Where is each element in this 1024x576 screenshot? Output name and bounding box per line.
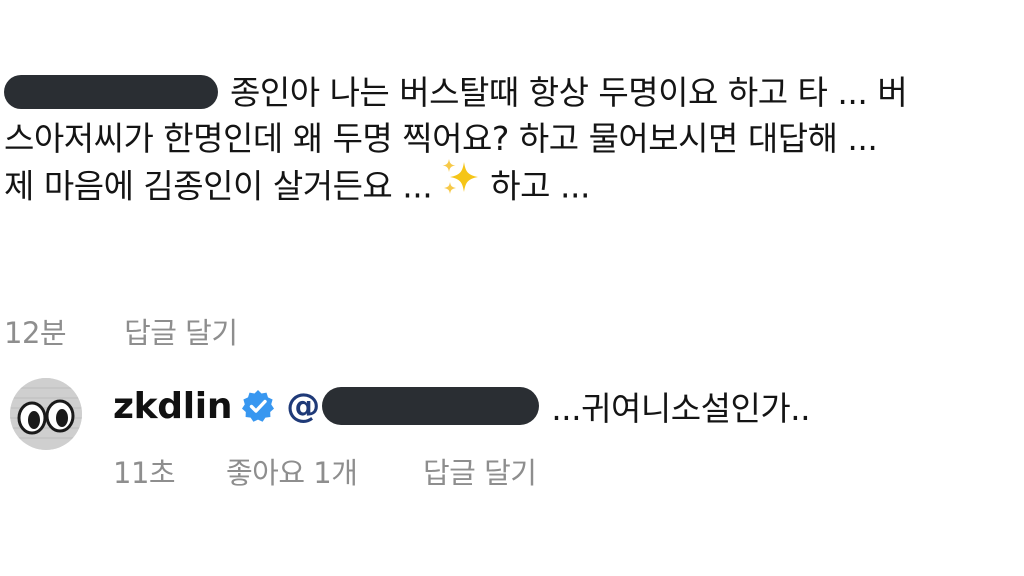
- comment-line-1: 종인아 나는 버스탈때 항상 두명이요 하고 타 ... 버: [230, 73, 908, 112]
- reply-comment: zkdlin @ ...귀여니소설인가.. 11초 좋아요 1개 답글 달기: [0, 370, 1024, 500]
- comment-line-4: 하고 ...: [490, 166, 590, 206]
- reply-text: ...귀여니소설인가..: [551, 389, 811, 428]
- sparkles-emoji-icon: [440, 158, 482, 210]
- comment-line-3: 제 마음에 김종인이 살거든요 ...: [4, 166, 433, 206]
- comment: 종인아 나는 버스탈때 항상 두명이요 하고 타 ... 버 스아저씨가 한명인…: [0, 70, 1024, 350]
- redacted-username: [4, 74, 218, 109]
- reply-username[interactable]: zkdlin: [113, 386, 232, 427]
- reply-likes-count[interactable]: 좋아요 1개: [226, 450, 423, 492]
- comment-reply-button[interactable]: 답글 달기: [124, 310, 238, 352]
- redacted-mention: [322, 387, 540, 425]
- reply-content: zkdlin @ ...귀여니소설인가..: [113, 378, 811, 434]
- comment-timestamp: 12분: [4, 316, 67, 350]
- comment-line-2: 스아저씨가 한명인데 왜 두명 찍어요? 하고 물어보시면 대답해 ...: [4, 119, 878, 158]
- verified-badge-icon: [240, 388, 276, 424]
- mention-at-sign[interactable]: @: [286, 386, 320, 426]
- reply-meta: 11초 좋아요 1개 답글 달기: [113, 450, 537, 492]
- reply-timestamp: 11초: [113, 456, 176, 490]
- avatar[interactable]: [10, 378, 82, 450]
- comment-meta: 12분 답글 달기: [4, 310, 238, 352]
- reply-reply-button[interactable]: 답글 달기: [423, 450, 537, 492]
- comment-text: 종인아 나는 버스탈때 항상 두명이요 하고 타 ... 버 스아저씨가 한명인…: [4, 70, 1016, 214]
